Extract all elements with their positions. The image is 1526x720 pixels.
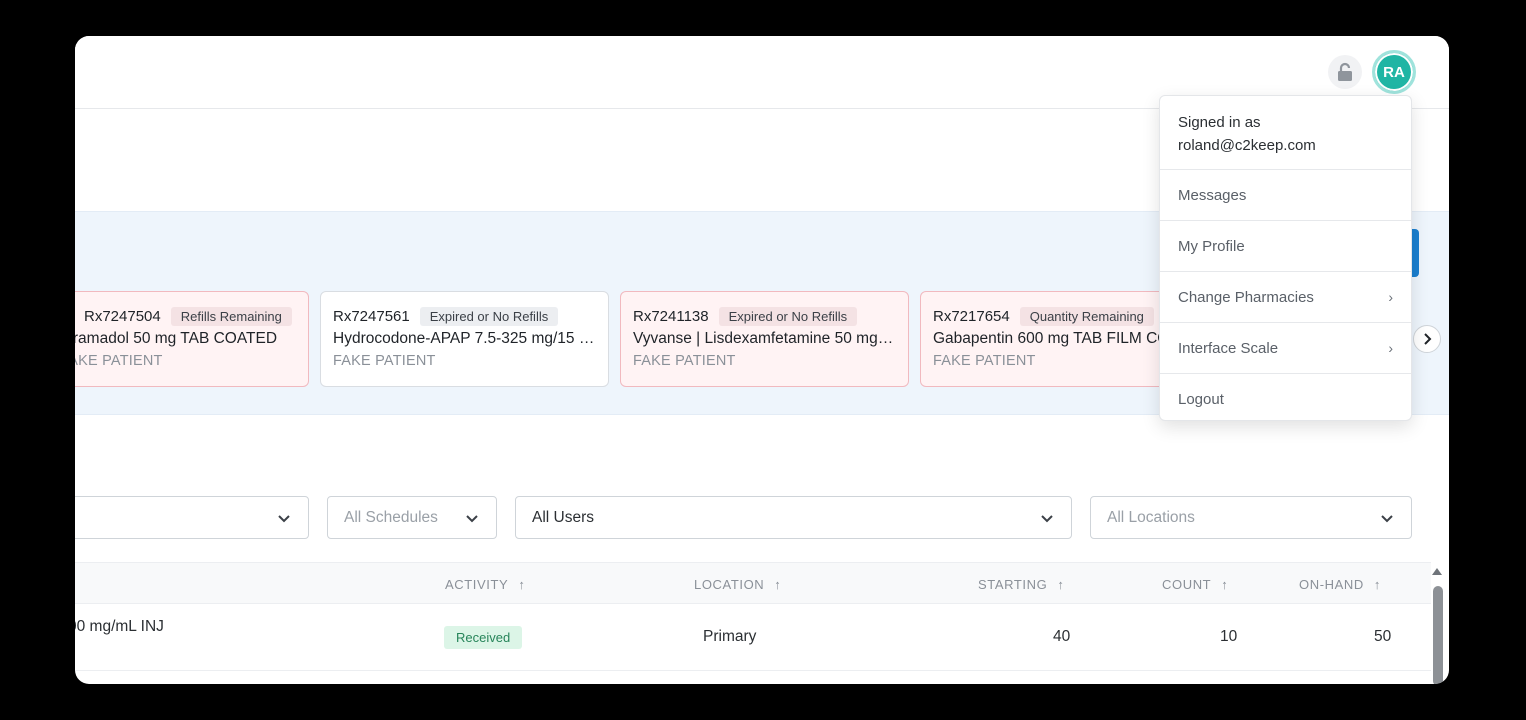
menu-item-messages[interactable]: Messages	[1160, 170, 1411, 221]
on-hand-cell: 50	[1374, 628, 1392, 645]
drug-filter-select[interactable]	[75, 496, 309, 539]
sort-arrow-icon: ↑	[1221, 576, 1229, 592]
count-cell: 10	[1220, 628, 1238, 645]
rx-number: Rx7217654	[933, 307, 1010, 325]
column-label: ON-HAND	[1299, 576, 1364, 592]
menu-item-my-profile[interactable]: My Profile	[1160, 221, 1411, 272]
activity-badge: Received	[444, 626, 523, 649]
patient-name: FAKE PATIENT	[933, 353, 1036, 369]
menu-item-change-pharmacies[interactable]: Change Pharmacies ›	[1160, 272, 1411, 323]
user-filter-value: All Users	[532, 508, 595, 526]
table-header: ACTIVITY ↑ LOCATION ↑ STARTING ↑ COUNT ↑…	[75, 562, 1431, 604]
starting-cell: 40	[1053, 628, 1071, 645]
sort-arrow-icon: ↑	[518, 576, 526, 592]
menu-item-label: Messages	[1178, 186, 1247, 204]
scroll-up-arrow-icon[interactable]	[1432, 568, 1442, 575]
column-label: COUNT	[1162, 576, 1212, 592]
status-tag: Expired or No Refills	[419, 306, 559, 326]
chevron-right-icon: ›	[1388, 340, 1393, 356]
status-tag: Refills Remaining	[170, 306, 292, 326]
column-header-starting[interactable]: STARTING ↑	[978, 563, 1064, 605]
prescription-card[interactable]: Rx7247504 Refills Remaining Tramadol 50 …	[75, 291, 309, 387]
sort-arrow-icon: ↑	[1373, 576, 1381, 592]
unlocked-padlock-icon	[1338, 62, 1352, 81]
drug-name: Hydrocodone-APAP 7.5-325 mg/15 mL	[333, 330, 596, 347]
menu-item-label: Change Pharmacies	[1178, 288, 1314, 306]
column-header-on-hand[interactable]: ON-HAND ↑	[1299, 563, 1381, 605]
rx-number: Rx7241138	[633, 307, 709, 325]
chevron-right-icon: ›	[1388, 289, 1393, 305]
signed-in-label: Signed in as	[1178, 114, 1261, 131]
app-window: RA Rx7247504 Refills Remaining Tramadol …	[75, 36, 1449, 684]
drug-name: Tramadol 50 mg TAB COATED	[75, 330, 278, 347]
carousel-next-button[interactable]	[1413, 325, 1441, 353]
location-filter-select[interactable]: All Locations	[1090, 496, 1412, 539]
chevron-down-icon	[1041, 514, 1053, 522]
menu-item-label: Logout	[1178, 391, 1224, 408]
drug-name: Gabapentin 600 mg TAB FILM COATED	[933, 330, 1196, 347]
status-tag: Expired or No Refills	[718, 306, 858, 326]
chevron-down-icon	[278, 514, 290, 522]
patient-name: FAKE PATIENT	[75, 353, 163, 369]
rx-number: Rx7247504	[84, 307, 161, 325]
sort-arrow-icon: ↑	[1057, 576, 1065, 592]
column-label: ACTIVITY	[445, 576, 509, 592]
menu-item-label: Interface Scale	[1178, 339, 1279, 357]
rx-number: Rx7247561	[333, 307, 410, 325]
column-header-activity[interactable]: ACTIVITY ↑	[445, 563, 525, 605]
signed-in-info: Signed in as roland@c2keep.com	[1160, 96, 1411, 170]
column-label: STARTING	[978, 576, 1048, 592]
status-tag: Quantity Remaining	[1019, 306, 1154, 326]
menu-item-logout[interactable]: Logout	[1160, 374, 1411, 425]
prescription-card-carousel: Rx7247504 Refills Remaining Tramadol 50 …	[75, 291, 1209, 387]
prescription-card[interactable]: Rx7247561 Expired or No Refills Hydrocod…	[320, 291, 609, 387]
location-filter-value: All Locations	[1107, 508, 1195, 526]
menu-item-label: My Profile	[1178, 237, 1245, 255]
schedule-filter-select[interactable]: All Schedules	[327, 496, 497, 539]
drug-cell: 00 mg/mL INJ	[75, 618, 164, 635]
patient-name: FAKE PATIENT	[333, 353, 436, 369]
chevron-down-icon	[466, 514, 478, 522]
user-dropdown-menu: Signed in as roland@c2keep.com Messages …	[1159, 95, 1412, 421]
patient-name: FAKE PATIENT	[633, 353, 736, 369]
column-header-location[interactable]: LOCATION ↑	[694, 563, 781, 605]
user-avatar[interactable]: RA	[1372, 50, 1416, 94]
menu-item-interface-scale[interactable]: Interface Scale ›	[1160, 323, 1411, 374]
user-filter-select[interactable]: All Users	[515, 496, 1072, 539]
location-cell: Primary	[703, 628, 757, 645]
column-label: LOCATION	[694, 576, 765, 592]
lock-button[interactable]	[1328, 55, 1362, 89]
table-row[interactable]: 00 mg/mL INJ Received Primary 40 10 50	[75, 604, 1431, 671]
signed-in-email: roland@c2keep.com	[1178, 137, 1316, 154]
table-scrollbar-thumb[interactable]	[1433, 586, 1443, 684]
chevron-down-icon	[1381, 514, 1393, 522]
sort-arrow-icon: ↑	[774, 576, 782, 592]
column-header-count[interactable]: COUNT ↑	[1162, 563, 1228, 605]
schedule-filter-value: All Schedules	[344, 508, 438, 526]
prescription-card[interactable]: Rx7241138 Expired or No Refills Vyvanse …	[620, 291, 909, 387]
drug-name: Vyvanse | Lisdexamfetamine 50 mg CAP	[633, 330, 896, 347]
chevron-right-icon	[1424, 333, 1432, 345]
